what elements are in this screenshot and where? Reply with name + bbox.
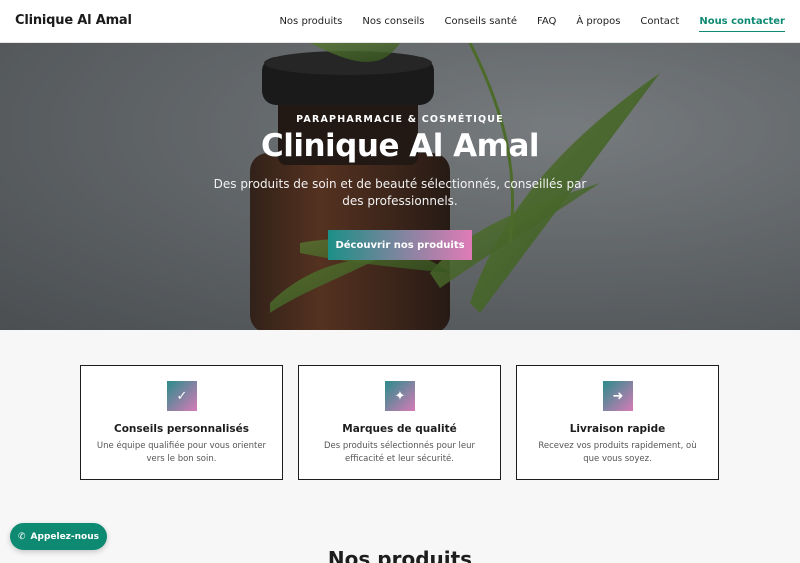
nav-link-nos-conseils[interactable]: Nos conseils xyxy=(362,16,424,27)
call-us-button[interactable]: ✆ Appelez-nous xyxy=(10,523,107,550)
hero-title: Clinique Al Amal xyxy=(260,128,540,164)
nav-link-contact[interactable]: Contact xyxy=(640,16,679,27)
feature-card: ✓ Conseils personnalisés Une équipe qual… xyxy=(80,365,283,480)
discover-products-button[interactable]: Découvrir nos produits xyxy=(328,230,472,260)
features-section: ✓ Conseils personnalisés Une équipe qual… xyxy=(0,330,800,563)
phone-icon: ✆ xyxy=(17,531,26,542)
nav-link-nos-produits[interactable]: Nos produits xyxy=(279,16,342,27)
nav-link-conseils-sante[interactable]: Conseils santé xyxy=(444,16,517,27)
feature-description: Recevez vos produits rapidement, où que … xyxy=(538,441,697,464)
brand-logo[interactable]: Clinique Al Amal xyxy=(15,13,132,28)
feature-title: Marques de qualité xyxy=(342,423,457,435)
call-us-label: Appelez-nous xyxy=(30,531,100,542)
hero-eyebrow: PARAPHARMACIE & COSMÉTIQUE xyxy=(296,114,504,125)
nav-link-a-propos[interactable]: À propos xyxy=(576,16,620,27)
sparkle-icon: ✦ xyxy=(385,381,415,411)
feature-title: Conseils personnalisés xyxy=(113,423,249,435)
feature-description: Des produits sélectionnés pour leur effi… xyxy=(323,441,476,464)
feature-card: ➜ Livraison rapide Recevez vos produits … xyxy=(516,365,719,480)
main-nav: Nos produits Nos conseils Conseils santé… xyxy=(279,0,785,43)
feature-card: ✦ Marques de qualité Des produits sélect… xyxy=(298,365,501,480)
feature-title: Livraison rapide xyxy=(569,423,666,435)
hero-subtitle: Des produits de soin et de beauté sélect… xyxy=(213,177,587,208)
site-header: Clinique Al Amal Nos produits Nos consei… xyxy=(0,0,800,43)
arrow-right-icon: ➜ xyxy=(603,381,633,411)
nav-link-faq[interactable]: FAQ xyxy=(537,16,556,27)
feature-description: Une équipe qualifiée pour vous orienter … xyxy=(96,441,267,464)
check-icon: ✓ xyxy=(167,381,197,411)
hero-banner: PARAPHARMACIE & COSMÉTIQUE Clinique Al A… xyxy=(0,43,800,330)
products-section-title: Nos produits xyxy=(327,547,473,563)
nav-link-nous-contacter[interactable]: Nous contacter xyxy=(699,16,785,32)
